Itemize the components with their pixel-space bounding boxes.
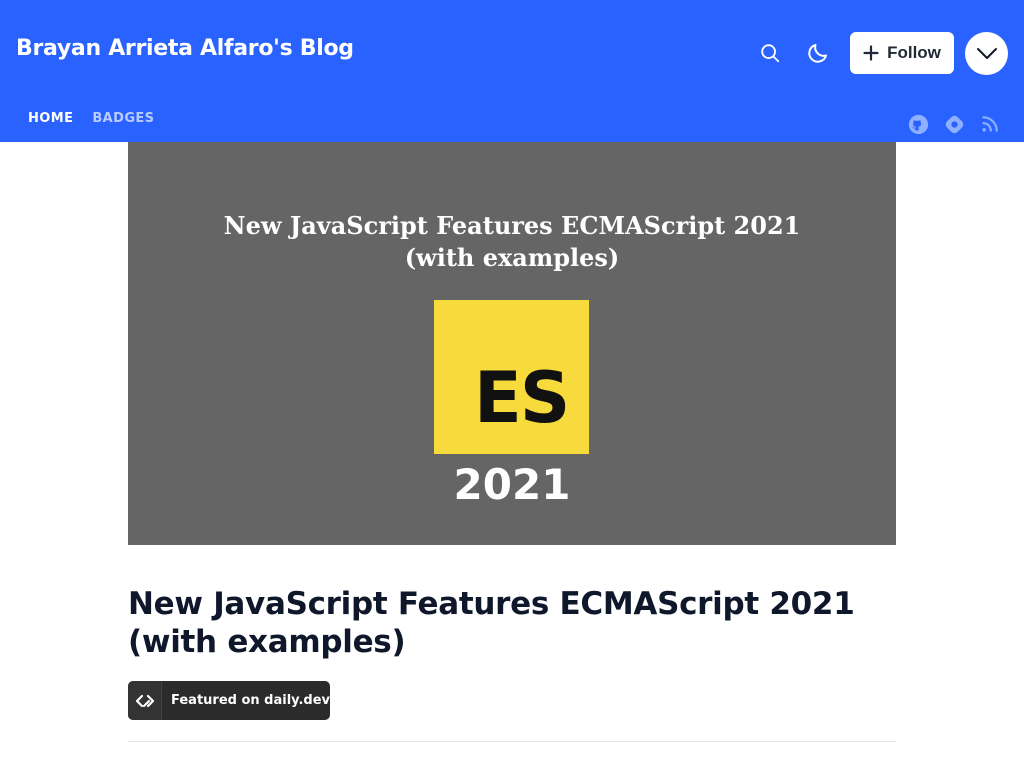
nav-item-badges[interactable]: BADGES bbox=[92, 111, 154, 126]
search-icon bbox=[761, 44, 780, 63]
rss-link[interactable] bbox=[979, 113, 1001, 135]
plus-icon bbox=[863, 45, 879, 61]
nav-item-home[interactable]: HOME bbox=[28, 111, 73, 126]
cover-title: New JavaScript Features ECMAScript 2021 … bbox=[128, 210, 896, 274]
daily-dev-badge-label: Featured on daily.dev bbox=[171, 693, 330, 708]
es-logo: ES bbox=[434, 300, 589, 454]
blog-title[interactable]: Brayan Arrieta Alfaro's Blog bbox=[16, 36, 354, 61]
hashnode-icon bbox=[945, 115, 963, 133]
search-button[interactable] bbox=[748, 31, 792, 75]
main-nav: HOME BADGES bbox=[28, 111, 173, 126]
theme-toggle-button[interactable] bbox=[796, 31, 840, 75]
post-title: New JavaScript Features ECMAScript 2021 … bbox=[128, 586, 855, 660]
moon-icon bbox=[808, 44, 827, 63]
hashnode-link[interactable] bbox=[943, 113, 965, 135]
github-link[interactable] bbox=[907, 113, 929, 135]
chevron-down-icon bbox=[976, 47, 997, 59]
cover-image: New JavaScript Features ECMAScript 2021 … bbox=[128, 142, 896, 545]
daily-dev-badge[interactable]: Featured on daily.dev bbox=[128, 681, 330, 720]
github-icon bbox=[908, 114, 928, 134]
follow-button[interactable]: Follow bbox=[850, 32, 954, 74]
daily-dev-icon bbox=[135, 694, 154, 707]
blog-header: Brayan Arrieta Alfaro's Blog Follow HOME… bbox=[0, 0, 1024, 142]
follow-label: Follow bbox=[887, 43, 941, 62]
es-logo-text: ES bbox=[474, 357, 570, 439]
content-divider bbox=[128, 741, 896, 742]
rss-icon bbox=[982, 116, 998, 132]
es-logo-year: 2021 bbox=[453, 460, 571, 509]
daily-dev-icon-wrap bbox=[128, 681, 162, 720]
cover-title-line-1: New JavaScript Features ECMAScript 2021 bbox=[223, 211, 801, 240]
profile-menu-button[interactable] bbox=[965, 32, 1008, 75]
cover-title-line-2: (with examples) bbox=[404, 243, 620, 272]
